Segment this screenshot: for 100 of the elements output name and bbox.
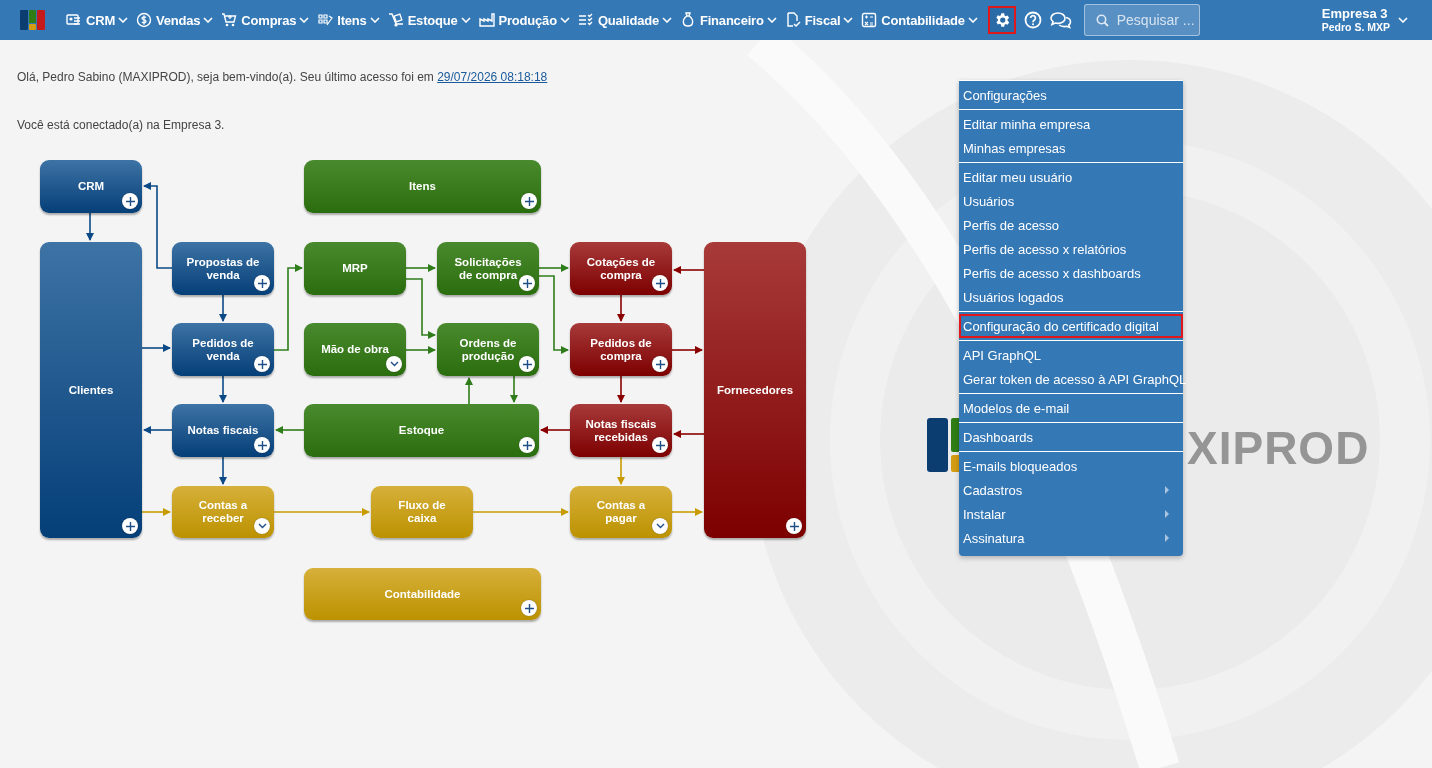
caret-icon — [1398, 17, 1408, 23]
add-button[interactable] — [652, 437, 668, 453]
caret-icon — [203, 17, 214, 23]
expand-button[interactable] — [652, 518, 668, 534]
menu-item[interactable]: API GraphQL — [959, 343, 1183, 367]
menu-item[interactable]: Editar minha empresa — [959, 112, 1183, 136]
add-button[interactable] — [122, 518, 138, 534]
menu-item[interactable]: Cadastros — [959, 478, 1183, 502]
module-node[interactable]: Itens — [304, 160, 541, 213]
menu-item[interactable]: Modelos de e-mail — [959, 396, 1183, 420]
plus-icon — [257, 278, 267, 288]
menu-item[interactable]: Configurações — [959, 83, 1183, 107]
add-button[interactable] — [254, 275, 270, 291]
connection-text: Você está conectado(a) na Empresa 3. — [17, 118, 225, 132]
nav-menu-item[interactable]: Qualidade — [577, 12, 672, 28]
grid-icon — [317, 12, 334, 28]
module-node[interactable]: Pedidos de venda — [172, 323, 274, 376]
caret-icon — [766, 17, 777, 23]
help-icon[interactable] — [1023, 11, 1042, 29]
add-button[interactable] — [652, 275, 668, 291]
menu-item[interactable]: E-mails bloqueados — [959, 454, 1183, 478]
module-node[interactable]: Notas fiscais — [172, 404, 274, 457]
module-node[interactable]: Fluxo de caixa — [371, 486, 473, 538]
last-access-link[interactable]: 29/07/2026 08:18:18 — [437, 70, 548, 84]
menu-item[interactable]: Assinatura — [959, 526, 1183, 550]
company-name[interactable]: Empresa 3 — [1321, 6, 1390, 22]
connector-arrow — [141, 344, 171, 352]
add-button[interactable] — [254, 437, 270, 453]
nav-menu-item[interactable]: Produção — [478, 12, 570, 28]
module-node[interactable]: Cotações de compra — [570, 242, 672, 295]
plus-icon — [524, 603, 534, 613]
chat-icon[interactable] — [1049, 11, 1072, 29]
user-name[interactable]: Pedro S. MXP — [1321, 21, 1390, 34]
module-node[interactable]: CRM — [40, 160, 142, 213]
connector-arrow — [617, 375, 625, 403]
add-button[interactable] — [521, 193, 537, 209]
submenu-arrow-icon — [1165, 510, 1169, 518]
plus-icon — [655, 359, 665, 369]
menu-item[interactable]: Usuários — [959, 189, 1183, 213]
plus-icon — [522, 440, 532, 450]
caret-icon — [967, 17, 978, 23]
plus-icon — [522, 359, 532, 369]
module-node[interactable]: Fornecedores — [704, 242, 806, 538]
calculator-icon — [861, 12, 878, 28]
module-node[interactable]: Estoque — [304, 404, 539, 457]
menu-item[interactable]: Instalar — [959, 502, 1183, 526]
connector-arrow — [673, 266, 705, 274]
nav-menu-item[interactable]: Estoque — [387, 12, 471, 28]
expand-button[interactable] — [386, 356, 402, 372]
factory-icon — [478, 12, 495, 28]
settings-button[interactable] — [987, 6, 1016, 34]
add-button[interactable] — [652, 356, 668, 372]
add-button[interactable] — [519, 275, 535, 291]
connector-arrow — [275, 426, 305, 434]
module-node[interactable]: Solicitações de compra — [437, 242, 539, 295]
connector-arrow — [617, 456, 625, 485]
module-node[interactable]: Mão de obra — [304, 323, 406, 376]
menu-item[interactable]: Perfis de acesso x relatórios — [959, 237, 1183, 261]
module-node[interactable]: Pedidos de compra — [570, 323, 672, 376]
module-node[interactable]: MRP — [304, 242, 406, 295]
search-field[interactable]: Pesquisar ... — [1083, 4, 1200, 36]
app-logo[interactable] — [20, 9, 46, 31]
caret-icon — [843, 17, 854, 23]
nav-menu-item[interactable]: Compras — [221, 12, 310, 28]
menu-item[interactable]: Perfis de acesso — [959, 213, 1183, 237]
brand-wordmark: XIPROD — [1187, 421, 1370, 475]
expand-button[interactable] — [254, 518, 270, 534]
add-button[interactable] — [122, 193, 138, 209]
module-node[interactable]: Clientes — [40, 242, 142, 538]
connector-arrow — [141, 508, 171, 516]
module-node[interactable]: Contas a receber — [172, 486, 274, 538]
add-button[interactable] — [521, 600, 537, 616]
search-icon — [1095, 14, 1109, 27]
connector-arrow — [143, 426, 173, 434]
connector-arrow — [671, 508, 703, 516]
nav-menu-item[interactable]: Fiscal — [784, 12, 854, 28]
module-node[interactable]: Contabilidade — [304, 568, 541, 620]
nav-menu-item[interactable]: Contabilidade — [861, 12, 978, 28]
menu-item[interactable]: Configuração do certificado digital — [959, 314, 1183, 338]
connector-arrow — [465, 377, 473, 405]
connector-arrow — [405, 278, 436, 339]
module-node[interactable]: Propostas de venda — [172, 242, 274, 295]
module-node[interactable]: Contas a pagar — [570, 486, 672, 538]
menu-item[interactable]: Editar meu usuário — [959, 165, 1183, 189]
menu-item[interactable]: Perfis de acesso x dashboards — [959, 261, 1183, 285]
nav-menu-item[interactable]: Vendas — [136, 12, 214, 28]
caret-icon — [559, 17, 570, 23]
menu-item[interactable]: Minhas empresas — [959, 136, 1183, 160]
menu-item[interactable]: Dashboards — [959, 425, 1183, 449]
add-button[interactable] — [786, 518, 802, 534]
nav-menu-item[interactable]: Itens — [317, 12, 380, 28]
module-node[interactable]: Ordens de produção — [437, 323, 539, 376]
add-button[interactable] — [519, 356, 535, 372]
add-button[interactable] — [519, 437, 535, 453]
menu-item[interactable]: Usuários logados — [959, 285, 1183, 309]
module-node[interactable]: Notas fiscais recebidas — [570, 404, 672, 457]
nav-menu-item[interactable]: CRM — [66, 12, 128, 28]
nav-menu-item[interactable]: Financeiro — [679, 12, 777, 28]
caret-icon — [460, 17, 471, 23]
add-button[interactable] — [254, 356, 270, 372]
